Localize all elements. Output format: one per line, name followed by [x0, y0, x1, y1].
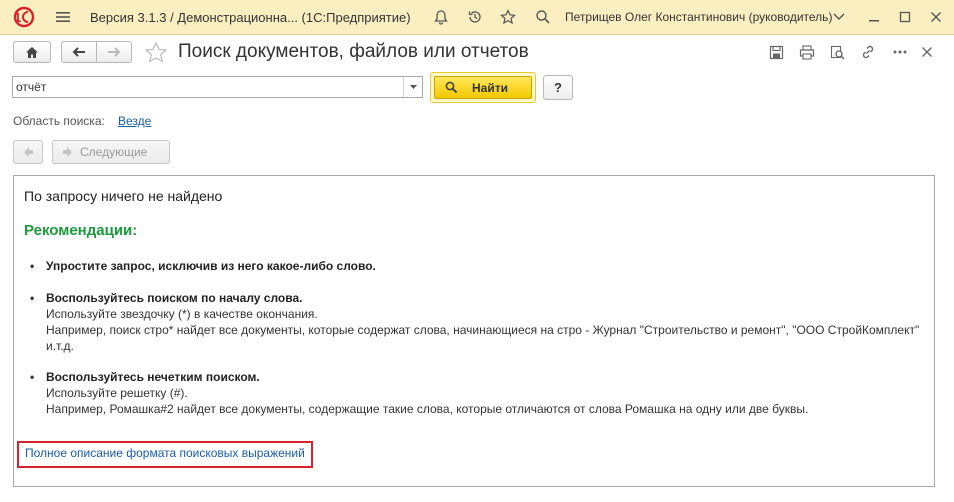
tip-item: • Воспользуйтесь нечетким поиском. Испол… — [30, 369, 926, 417]
tip-title: Воспользуйтесь поиском по началу слова. — [46, 291, 303, 305]
next-button-label: Следующие — [80, 145, 148, 159]
favorites-star-icon[interactable] — [498, 7, 518, 27]
back-button[interactable] — [61, 41, 97, 63]
more-actions-icon[interactable] — [891, 43, 909, 61]
tip-item: • Упростите запрос, исключив из него как… — [30, 258, 926, 274]
title-bar: 1 Версия 3.1.3 / Демонстрационна... (1С:… — [0, 0, 954, 35]
find-button-label: Найти — [472, 80, 508, 95]
previous-button[interactable] — [13, 140, 43, 164]
search-input[interactable] — [13, 77, 403, 97]
bullet-icon: • — [30, 370, 35, 384]
search-field[interactable] — [12, 76, 423, 98]
bullet-icon: • — [30, 291, 35, 305]
save-icon[interactable] — [767, 43, 785, 61]
nothing-found-message: По запросу ничего не найдено — [24, 188, 223, 204]
maximize-icon[interactable] — [895, 7, 915, 27]
link-icon[interactable] — [859, 43, 877, 61]
tip-text: Например, Ромашка#2 найдет все документы… — [46, 402, 809, 416]
chevron-down-icon — [409, 85, 417, 89]
bell-icon[interactable] — [431, 7, 451, 27]
full-description-link[interactable]: Полное описание формата поисковых выраже… — [25, 446, 305, 460]
1c-logo-icon[interactable]: 1 — [7, 6, 41, 28]
home-button[interactable] — [13, 41, 51, 63]
home-icon — [26, 46, 38, 58]
global-search-icon[interactable] — [533, 7, 553, 27]
history-dropdown-button[interactable] — [403, 77, 422, 97]
current-user[interactable]: Петрищев Олег Константинович (руководите… — [565, 10, 832, 24]
tip-item: • Воспользуйтесь поиском по началу слова… — [30, 290, 926, 354]
search-results-panel: По запросу ничего не найдено Рекомендаци… — [13, 175, 935, 487]
main-menu-icon[interactable] — [53, 7, 73, 27]
window-title: Версия 3.1.3 / Демонстрационна... (1С:Пр… — [90, 10, 411, 25]
page-title: Поиск документов, файлов или отчетов — [178, 41, 529, 62]
help-button[interactable]: ? — [543, 75, 573, 100]
svg-text:1: 1 — [14, 10, 21, 25]
arrow-left-icon — [24, 147, 33, 157]
close-form-icon[interactable] — [918, 43, 936, 61]
bullet-icon: • — [30, 259, 35, 273]
tip-text: Используйте звездочку (*) в качестве око… — [46, 307, 318, 321]
recommendations-heading: Рекомендации: — [24, 222, 138, 239]
print-icon[interactable] — [798, 43, 816, 61]
next-button[interactable]: Следующие — [52, 140, 170, 164]
arrow-left-icon — [72, 47, 85, 57]
tip-text: Например, поиск стро* найдет все докумен… — [46, 323, 920, 353]
minimize-icon[interactable] — [864, 7, 884, 27]
forward-button[interactable] — [96, 41, 132, 63]
close-window-icon[interactable] — [926, 7, 946, 27]
arrow-right-icon — [108, 47, 121, 57]
find-button[interactable]: Найти — [434, 76, 532, 99]
tip-title: Упростите запрос, исключив из него какое… — [46, 259, 376, 273]
more-icon[interactable] — [829, 7, 849, 27]
tip-text: Используйте решетку (#). — [46, 386, 188, 400]
add-favorite-star-icon[interactable] — [144, 41, 168, 65]
arrow-right-icon — [63, 147, 72, 157]
search-area-link[interactable]: Везде — [118, 114, 151, 128]
find-button-frame: Найти — [430, 72, 536, 103]
preview-search-icon[interactable] — [828, 43, 846, 61]
full-description-highlight: Полное описание формата поисковых выраже… — [17, 441, 313, 468]
history-icon[interactable] — [465, 7, 485, 27]
tip-title: Воспользуйтесь нечетким поиском. — [46, 370, 260, 384]
search-icon — [445, 81, 458, 94]
search-area-label: Область поиска: — [13, 114, 105, 128]
